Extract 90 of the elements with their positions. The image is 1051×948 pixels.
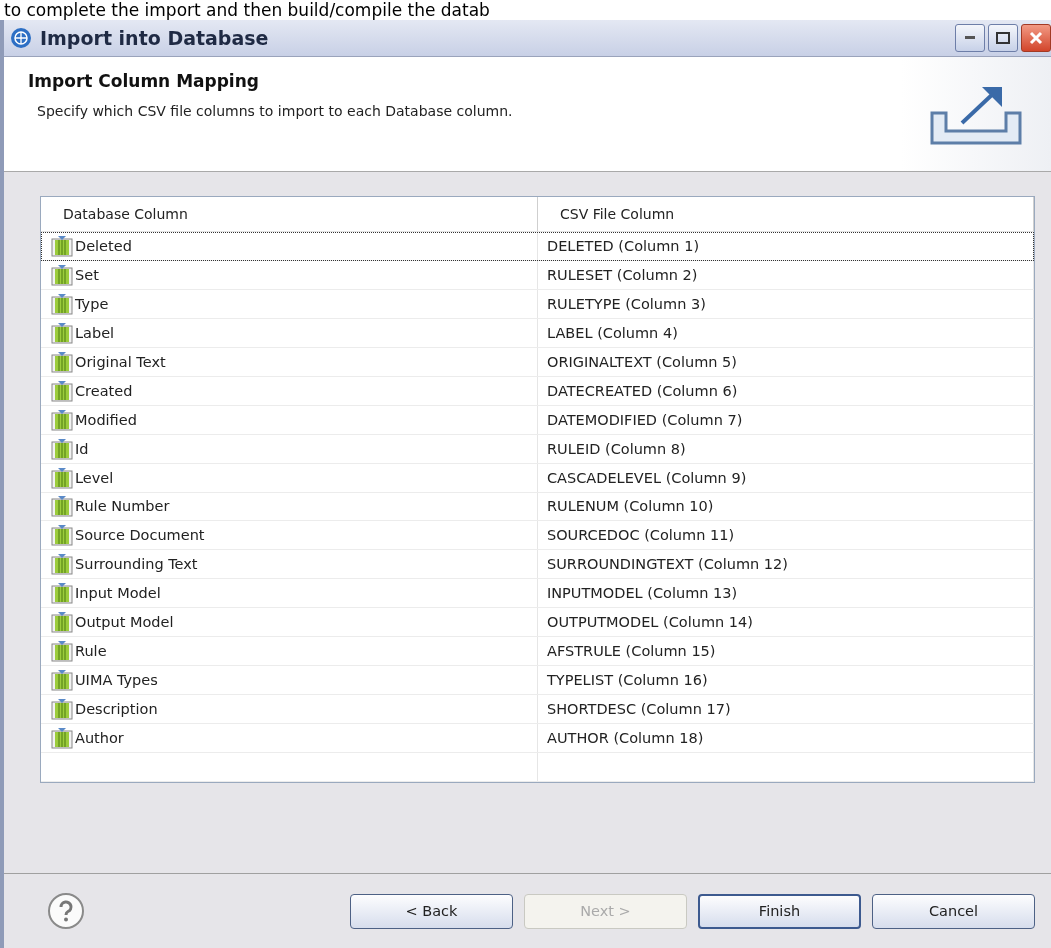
table-cell: Deleted xyxy=(75,237,132,254)
column-icon xyxy=(51,524,73,547)
table-cell: SURROUNDINGTEXT (Column 12) xyxy=(538,550,1034,579)
minimize-icon xyxy=(965,36,975,40)
minimize-button[interactable] xyxy=(955,24,985,52)
column-icon xyxy=(51,292,73,315)
table-row[interactable]: Deleted DELETED (Column 1) xyxy=(41,231,1034,261)
table-row[interactable]: Id RULEID (Column 8) xyxy=(41,434,1034,464)
table-cell: AUTHOR (Column 18) xyxy=(538,724,1034,753)
column-icon xyxy=(51,321,73,344)
table-cell: INPUTMODEL (Column 13) xyxy=(538,579,1034,608)
table-row[interactable]: Original Text ORIGINALTEXT (Column 5) xyxy=(41,347,1034,377)
table-row[interactable]: UIMA Types TYPELIST (Column 16) xyxy=(41,666,1034,696)
table-row[interactable]: Level CASCADELEVEL (Column 9) xyxy=(41,463,1034,493)
table-row[interactable]: Surrounding Text SURROUNDINGTEXT (Column 12) xyxy=(41,550,1034,580)
table-cell: SHORTDESC (Column 17) xyxy=(538,695,1034,724)
table-cell: DELETED (Column 1) xyxy=(538,231,1034,260)
column-header[interactable]: CSV File Column xyxy=(538,197,1034,231)
page-description: Specify which CSV file columns to import to each Database column. xyxy=(36,103,514,119)
background-text: to complete the import and then build/compile the datab xyxy=(4,0,490,20)
table-cell: Rule Number xyxy=(75,498,170,515)
table-cell: Modified xyxy=(75,411,137,428)
column-icon xyxy=(51,582,73,605)
column-icon xyxy=(51,727,73,750)
table-row[interactable]: Type RULETYPE (Column 3) xyxy=(41,289,1034,319)
wizard-button[interactable]: Finish xyxy=(698,893,861,929)
table-cell: Created xyxy=(75,382,133,399)
table-cell: Id xyxy=(75,440,89,457)
column-icon xyxy=(51,698,73,721)
table-cell: LABEL (Column 4) xyxy=(538,318,1034,347)
table-cell: SOURCEDOC (Column 11) xyxy=(538,521,1034,550)
table-row[interactable]: Output Model OUTPUTMODEL (Column 14) xyxy=(41,608,1034,638)
column-icon xyxy=(51,640,73,663)
table-cell: CASCADELEVEL (Column 9) xyxy=(538,463,1034,492)
table-cell: TYPELIST (Column 16) xyxy=(538,666,1034,695)
table-row[interactable]: Input Model INPUTMODEL (Column 13) xyxy=(41,579,1034,609)
maximize-button[interactable] xyxy=(988,24,1018,52)
table-row[interactable]: Source Document SOURCEDOC (Column 11) xyxy=(41,521,1034,551)
table-row[interactable]: Rule Number RULENUM (Column 10) xyxy=(41,492,1034,522)
column-header[interactable]: Database Column xyxy=(41,197,538,231)
close-icon xyxy=(1029,31,1043,45)
table-row[interactable]: Description SHORTDESC (Column 17) xyxy=(41,695,1034,725)
table-cell: ORIGINALTEXT (Column 5) xyxy=(538,347,1034,376)
table-cell: Output Model xyxy=(75,614,174,631)
column-icon xyxy=(51,611,73,634)
table-row[interactable]: Modified DATEMODIFIED (Column 7) xyxy=(41,405,1034,435)
maximize-icon xyxy=(996,32,1010,44)
table-cell: DATECREATED (Column 6) xyxy=(538,376,1034,405)
table-cell: Label xyxy=(75,324,115,341)
table-cell: Type xyxy=(75,295,109,312)
table-cell: RULESET (Column 2) xyxy=(538,260,1034,289)
column-icon xyxy=(51,234,73,257)
help-button[interactable] xyxy=(48,893,84,929)
column-icon xyxy=(51,437,73,460)
column-icon xyxy=(51,350,73,373)
table-cell: DATEMODIFIED (Column 7) xyxy=(538,405,1034,434)
window-title: Import into Database xyxy=(40,27,270,49)
table-cell: Level xyxy=(75,469,114,486)
table-row[interactable]: Set RULESET (Column 2) xyxy=(41,260,1034,290)
table-cell: Input Model xyxy=(75,585,161,602)
page-title: Import Column Mapping xyxy=(28,71,260,91)
table-cell: Set xyxy=(75,266,99,283)
table-cell: Surrounding Text xyxy=(75,556,198,573)
table-cell: RULETYPE (Column 3) xyxy=(538,289,1034,318)
table-cell: RULEID (Column 8) xyxy=(538,434,1034,463)
table-row[interactable]: Created DATECREATED (Column 6) xyxy=(41,376,1034,406)
table-cell: Author xyxy=(75,730,124,747)
column-icon xyxy=(51,669,73,692)
table-cell: Original Text xyxy=(75,353,166,370)
column-icon xyxy=(51,263,73,286)
table-row[interactable]: Rule AFSTRULE (Column 15) xyxy=(41,637,1034,667)
table-cell: UIMA Types xyxy=(75,672,158,689)
table-cell: AFSTRULE (Column 15) xyxy=(538,637,1034,666)
table-row[interactable]: Label LABEL (Column 4) xyxy=(41,318,1034,348)
column-icon xyxy=(51,495,73,518)
table-cell: OUTPUTMODEL (Column 14) xyxy=(538,608,1034,637)
column-icon xyxy=(51,466,73,489)
table-cell: Source Document xyxy=(75,527,205,544)
table-row[interactable]: Author AUTHOR (Column 18) xyxy=(41,724,1034,754)
table-cell: Rule xyxy=(75,643,107,660)
globe-icon xyxy=(10,27,32,49)
wizard-button[interactable]: < Back xyxy=(350,893,513,929)
column-icon xyxy=(51,553,73,576)
wizard-button[interactable]: Cancel xyxy=(872,893,1035,929)
close-button[interactable] xyxy=(1021,24,1051,52)
column-icon xyxy=(51,379,73,402)
column-icon xyxy=(51,408,73,431)
table-cell: RULENUM (Column 10) xyxy=(538,492,1034,521)
table-cell: Description xyxy=(75,701,158,718)
wizard-button: Next > xyxy=(524,893,687,929)
